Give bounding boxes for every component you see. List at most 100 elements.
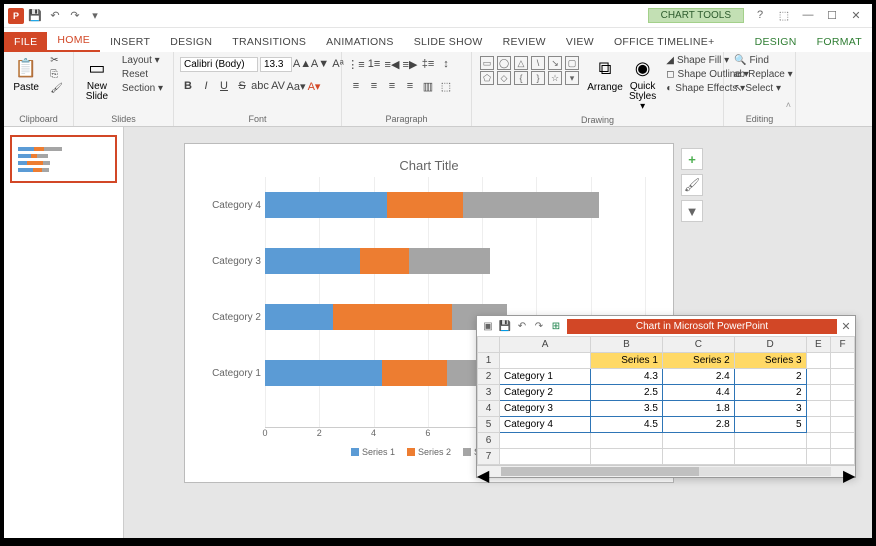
reset-button[interactable]: Reset [118,68,167,81]
legend-item[interactable]: Series 1 [351,447,395,457]
qat-more-icon[interactable]: ▾ [86,7,104,25]
bar-segment[interactable] [265,360,382,386]
tab-animations[interactable]: ANIMATIONS [316,32,404,52]
ds-cell[interactable] [591,449,663,465]
ds-cell[interactable] [831,417,855,433]
bar-segment[interactable] [360,248,409,274]
ds-cell[interactable]: Series 1 [591,353,663,369]
datasheet-window[interactable]: ▣ 💾 ↶ ↷ ⊞ Chart in Microsoft PowerPoint … [476,315,856,478]
columns-button[interactable]: ▥ [420,78,436,94]
tab-file[interactable]: FILE [4,32,47,52]
ds-col-header[interactable]: A [500,337,591,353]
ds-cell[interactable]: 3 [734,401,806,417]
ds-cell[interactable]: Category 4 [500,417,591,433]
indent-inc-button[interactable]: ≡▶ [402,56,418,72]
quick-styles-button[interactable]: ◉ Quick Styles ▾ [627,54,658,114]
ds-row-header[interactable]: 7 [478,449,500,465]
paste-button[interactable]: 📋 Paste [10,54,42,95]
copy-button[interactable]: ⎘ [46,68,67,81]
ds-cell[interactable]: 2.4 [662,369,734,385]
ds-cell[interactable] [734,449,806,465]
ds-cell[interactable]: 4.4 [662,385,734,401]
section-button[interactable]: Section ▾ [118,82,167,95]
ds-cell[interactable] [806,433,831,449]
ds-cell[interactable]: 1.8 [662,401,734,417]
numbering-button[interactable]: 1≡ [366,56,382,72]
arrange-button[interactable]: ⧉ Arrange [587,54,623,95]
ds-cell[interactable]: 2.5 [591,385,663,401]
bar-segment[interactable] [265,248,360,274]
bar-segment[interactable] [265,304,333,330]
ds-cell[interactable]: Series 2 [662,353,734,369]
ds-cell[interactable] [831,433,855,449]
shadow-button[interactable]: abc [252,78,268,94]
ds-cell[interactable]: 2.8 [662,417,734,433]
ds-redo-icon[interactable]: ↷ [532,319,546,333]
ds-chart-icon[interactable]: ▣ [481,319,495,333]
select-button[interactable]: ↖Select ▾ [730,82,797,95]
bar-segment[interactable] [333,304,452,330]
ds-cell[interactable]: 4.5 [591,417,663,433]
ds-cell[interactable]: 4.3 [591,369,663,385]
spacing-button[interactable]: AV [270,78,286,94]
ds-cell[interactable] [662,433,734,449]
layout-button[interactable]: Layout ▾ [118,54,167,67]
ds-corner[interactable] [478,337,500,353]
bullets-button[interactable]: ⋮≡ [348,56,364,72]
minimize-icon[interactable]: — [800,9,816,22]
underline-button[interactable]: U [216,78,232,94]
save-icon[interactable]: 💾 [26,7,44,25]
ds-cell[interactable]: 5 [734,417,806,433]
align-left-button[interactable]: ≡ [348,78,364,94]
grow-font-button[interactable]: A▲ [294,56,310,72]
ds-cell[interactable] [806,385,831,401]
ds-cell[interactable]: Series 3 [734,353,806,369]
tab-chart-design[interactable]: DESIGN [745,32,807,52]
ds-cell[interactable]: Category 1 [500,369,591,385]
case-button[interactable]: Aa▾ [288,78,304,94]
ds-excel-icon[interactable]: ⊞ [549,319,563,333]
ds-col-header[interactable]: B [591,337,663,353]
ds-cell[interactable]: Category 3 [500,401,591,417]
text-direction-button[interactable]: ↕ [438,56,454,72]
ds-row-header[interactable]: 6 [478,433,500,449]
find-button[interactable]: 🔍Find [730,54,797,67]
ds-row-header[interactable]: 4 [478,401,500,417]
tab-slideshow[interactable]: SLIDE SHOW [404,32,493,52]
datasheet-scrollbar[interactable]: ◀ ▶ [477,465,855,477]
ds-cell[interactable] [500,353,591,369]
ds-row-header[interactable]: 5 [478,417,500,433]
ds-cell[interactable] [734,433,806,449]
smartart-button[interactable]: ⬚ [438,78,454,94]
bar-segment[interactable] [409,248,490,274]
ds-cell[interactable] [500,449,591,465]
tab-timeline[interactable]: OFFICE TIMELINE+ [604,32,725,52]
painter-button[interactable]: 🖌 [46,82,67,95]
tab-insert[interactable]: INSERT [100,32,160,52]
tab-design[interactable]: DESIGN [160,32,222,52]
ds-cell[interactable] [806,353,831,369]
ribbon-options-icon[interactable]: ⬚ [776,9,792,22]
font-size-input[interactable] [260,57,292,72]
ds-cell[interactable] [806,401,831,417]
bar-segment[interactable] [265,192,387,218]
ds-row-header[interactable]: 2 [478,369,500,385]
legend-item[interactable]: Series 2 [407,447,451,457]
ds-cell[interactable] [831,369,855,385]
ds-cell[interactable] [806,369,831,385]
ds-cell[interactable] [500,433,591,449]
bar-segment[interactable] [387,192,463,218]
bar-segment[interactable] [463,192,599,218]
replace-button[interactable]: abReplace ▾ [730,68,797,81]
ds-col-header[interactable]: E [806,337,831,353]
bar-segment[interactable] [382,360,447,386]
undo-icon[interactable]: ↶ [46,7,64,25]
ds-save-icon[interactable]: 💾 [498,319,512,333]
font-name-input[interactable] [180,57,258,72]
italic-button[interactable]: I [198,78,214,94]
ds-cell[interactable] [831,449,855,465]
chart-filter-button[interactable]: ▼ [681,200,703,222]
ds-undo-icon[interactable]: ↶ [515,319,529,333]
collapse-ribbon-icon[interactable]: ˄ [786,100,791,110]
font-color-button[interactable]: A▾ [306,78,322,94]
